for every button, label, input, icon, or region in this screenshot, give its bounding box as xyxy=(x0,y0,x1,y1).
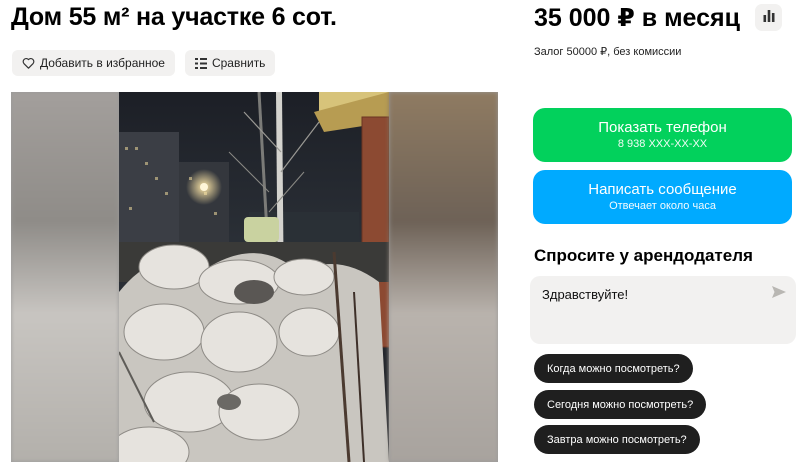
deposit-info: Залог 50000 ₽, без комиссии xyxy=(534,46,682,58)
compare-button[interactable]: Сравнить xyxy=(184,50,276,76)
listing-actions: Добавить в избранное Сравнить xyxy=(12,50,276,76)
listing-title: Дом 55 м² на участке 6 сот. xyxy=(11,3,337,31)
heart-icon xyxy=(22,57,35,69)
gallery-blur-left xyxy=(11,92,119,462)
price-stats-button[interactable] xyxy=(755,4,782,31)
response-time: Отвечает около часа xyxy=(609,200,716,212)
add-to-favorites-button[interactable]: Добавить в избранное xyxy=(12,50,175,76)
listing-photo[interactable] xyxy=(119,92,389,462)
photo-gallery[interactable] xyxy=(11,92,498,462)
message-input[interactable]: Здравствуйте! xyxy=(530,276,796,344)
write-message-label: Написать сообщение xyxy=(588,181,737,198)
send-icon[interactable] xyxy=(772,286,786,301)
gallery-blur-right xyxy=(389,92,498,462)
ask-landlord-title: Спросите у арендодателя xyxy=(534,246,753,265)
quick-reply-tomorrow-view[interactable]: Завтра можно посмотреть? xyxy=(534,425,700,454)
listing-price: 35 000 ₽ в месяц xyxy=(534,4,740,32)
compare-icon xyxy=(194,57,207,69)
show-phone-button[interactable]: Показать телефон 8 938 XXX-XX-XX xyxy=(533,108,792,162)
show-phone-label: Показать телефон xyxy=(598,119,727,136)
add-to-favorites-label: Добавить в избранное xyxy=(40,56,165,70)
compare-label: Сравнить xyxy=(211,56,266,70)
write-message-button[interactable]: Написать сообщение Отвечает около часа xyxy=(533,170,792,224)
phone-masked: 8 938 XXX-XX-XX xyxy=(617,138,708,150)
message-input-text: Здравствуйте! xyxy=(542,287,629,302)
quick-reply-today-view[interactable]: Сегодня можно посмотреть? xyxy=(534,390,707,419)
quick-reply-when-view[interactable]: Когда можно посмотреть? xyxy=(534,354,693,383)
bar-chart-icon xyxy=(763,9,775,27)
